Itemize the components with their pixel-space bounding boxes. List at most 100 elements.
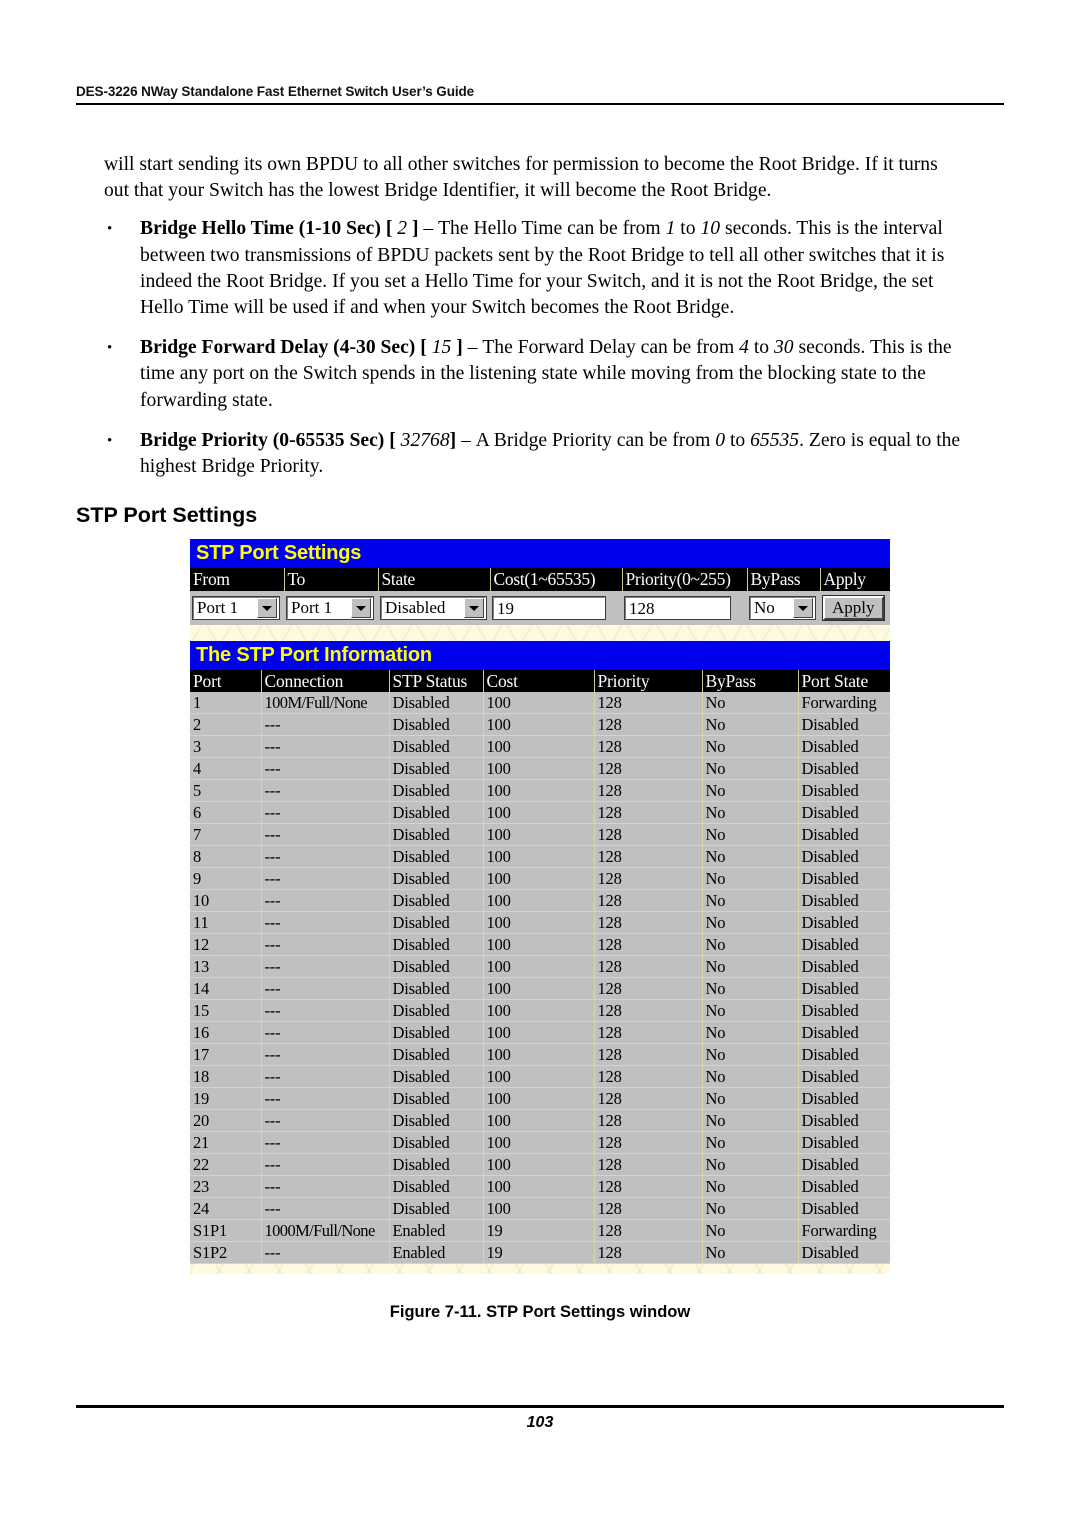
cell-connection: --- [261, 801, 390, 825]
cell-stp-status: Disabled [389, 1087, 484, 1111]
priority-input[interactable]: 128 [624, 596, 731, 620]
column-header-cost: Cost [483, 670, 595, 692]
column-header-bypass: ByPass [747, 568, 821, 591]
cell-bypass: No [702, 1021, 799, 1045]
cell-port-state: Disabled [798, 845, 890, 869]
cell-port: 15 [190, 999, 262, 1023]
bullet-default-value: 32768 [400, 429, 450, 451]
apply-button[interactable]: Apply [822, 595, 885, 621]
cell-port-state: Disabled [798, 1109, 890, 1133]
cell-bypass: No [702, 1065, 799, 1089]
cell-port-state: Disabled [798, 1021, 890, 1045]
cell-stp-status: Disabled [389, 889, 484, 913]
stp-port-settings-form: From To State Cost(1~65535) Priority(0~2… [190, 568, 890, 625]
cell-cost: 100 [483, 933, 595, 957]
cell-cost: 100 [483, 1087, 595, 1111]
cell-bypass: No [702, 867, 799, 891]
cell-bypass: No [702, 801, 799, 825]
bullet-term: Bridge Hello Time (1-10 Sec) [140, 218, 381, 240]
bullet-value-max: 65535 [750, 429, 800, 451]
table-row: S1P2 --- Enabled 19 128 No Disabled [190, 1241, 890, 1265]
cell-stp-status: Disabled [389, 1109, 484, 1133]
cell-port-state: Disabled [798, 757, 890, 781]
chevron-down-icon[interactable] [793, 598, 813, 618]
column-header-connection: Connection [261, 670, 390, 692]
cell-priority: 128 [594, 1065, 703, 1089]
cell-cost: 100 [483, 735, 595, 759]
state-dropdown[interactable]: Disabled [380, 596, 487, 620]
to-port-dropdown[interactable]: Port 1 [286, 596, 374, 620]
cell-port-state: Disabled [798, 977, 890, 1001]
cell-connection: --- [261, 713, 390, 737]
bullet-dash: – [461, 429, 471, 451]
cell-port: 14 [190, 977, 262, 1001]
cell-cost: 100 [483, 1021, 595, 1045]
cell-cost: 100 [483, 867, 595, 891]
cell-port: 9 [190, 867, 262, 891]
bullet-text-a: The Forward Delay can be from [482, 337, 735, 359]
table-row: 7 --- Disabled 100 128 No Disabled [190, 823, 890, 847]
from-port-dropdown[interactable]: Port 1 [192, 596, 280, 620]
page-title: STP Port Settings [76, 503, 258, 527]
cell-bypass: No [702, 845, 799, 869]
cell-bypass: No [702, 1175, 799, 1199]
cell-port: 10 [190, 889, 262, 913]
bullet-text-a: A Bridge Priority can be from [475, 429, 711, 451]
cell-connection: --- [261, 779, 390, 803]
info-header-row: Port Connection STP Status Cost Priority… [190, 670, 890, 692]
cell-priority: 128 [594, 999, 703, 1023]
cell-cost: 100 [483, 823, 595, 847]
table-row: 5 --- Disabled 100 128 No Disabled [190, 779, 890, 803]
form-input-row: Port 1 Port 1 Disabled 19 128 No Apply [190, 591, 890, 625]
panel-spacer [190, 625, 890, 641]
cell-port: 8 [190, 845, 262, 869]
cell-connection: --- [261, 911, 390, 935]
bullet-dot-icon: • [107, 340, 113, 357]
bullet-term: Bridge Priority (0-65535 Sec) [140, 429, 385, 451]
cell-bypass: No [702, 1043, 799, 1067]
table-row: 1 100M/Full/None Disabled 100 128 No Forwardin… [190, 692, 890, 715]
table-row: 19 --- Disabled 100 128 No Disabled [190, 1087, 890, 1111]
cell-stp-status: Disabled [389, 692, 484, 715]
cell-port: 16 [190, 1021, 262, 1045]
cell-port: 2 [190, 713, 262, 737]
cell-stp-status: Disabled [389, 1153, 484, 1177]
chevron-down-icon[interactable] [257, 598, 277, 618]
cell-port-state: Disabled [798, 1241, 890, 1265]
bullet-to: to [729, 429, 746, 451]
cell-connection: 1000M/Full/None [261, 1219, 390, 1243]
intro-paragraph: will start sending its own BPDU to all o… [104, 154, 938, 202]
cell-stp-status: Disabled [389, 977, 484, 1001]
bypass-dropdown[interactable]: No [749, 596, 816, 620]
cell-priority: 128 [594, 1241, 703, 1265]
header-rule [76, 103, 1004, 105]
cell-port-state: Disabled [798, 1197, 890, 1221]
table-row: 15 --- Disabled 100 128 No Disabled [190, 999, 890, 1023]
cell-bypass: No [702, 933, 799, 957]
cell-port-state: Disabled [798, 713, 890, 737]
cell-bypass: No [702, 1109, 799, 1133]
cell-port: 23 [190, 1175, 262, 1199]
cell-bypass: No [702, 713, 799, 737]
chevron-down-icon[interactable] [351, 598, 371, 618]
chevron-down-icon[interactable] [464, 598, 484, 618]
cell-port: 12 [190, 933, 262, 957]
cost-input[interactable]: 19 [492, 596, 606, 620]
cell-from: Port 1 [190, 591, 284, 625]
cell-port-state: Disabled [798, 867, 890, 891]
cell-connection: --- [261, 999, 390, 1023]
cell-connection: --- [261, 889, 390, 913]
document-page: DES-3226 NWay Standalone Fast Ethernet S… [0, 0, 1080, 1528]
cell-cost: 19 [483, 1219, 595, 1243]
column-header-cost: Cost(1~65535) [490, 568, 623, 591]
stp-port-settings-screenshot: STP Port Settings From To State Cost(1~6… [190, 539, 890, 1274]
cell-port-state: Disabled [798, 823, 890, 847]
bullet-to: to [680, 218, 696, 240]
cell-port: 18 [190, 1065, 262, 1089]
table-row: 3 --- Disabled 100 128 No Disabled [190, 735, 890, 759]
table-row: 20 --- Disabled 100 128 No Disabled [190, 1109, 890, 1133]
cell-cost: 100 [483, 1109, 595, 1133]
cell-port: 19 [190, 1087, 262, 1111]
cell-stp-status: Disabled [389, 779, 484, 803]
cell-port: 17 [190, 1043, 262, 1067]
